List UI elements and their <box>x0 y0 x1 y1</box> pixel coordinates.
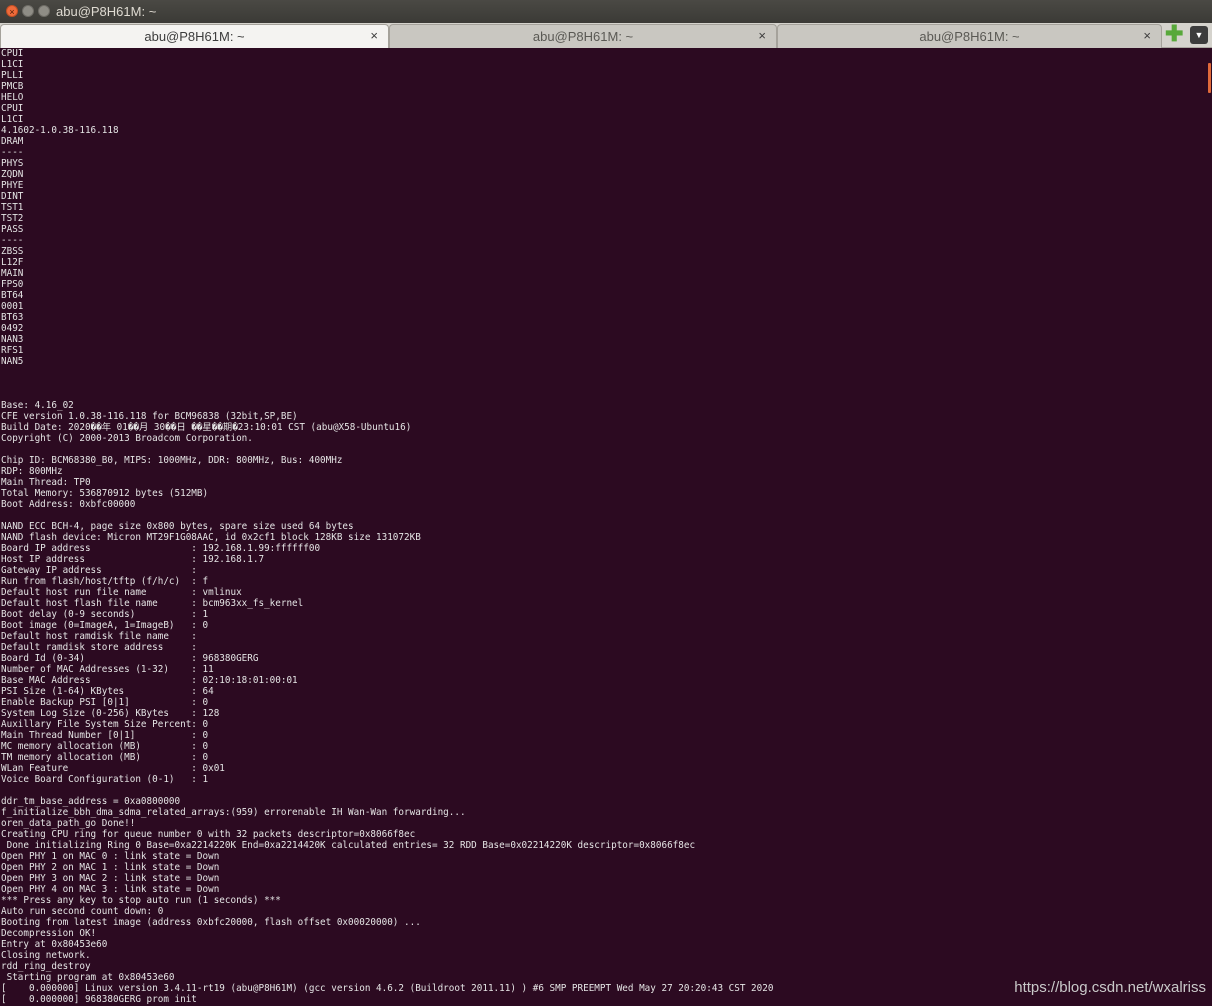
scrollbar-thumb[interactable] <box>1208 63 1211 93</box>
tab-close-icon[interactable]: × <box>370 28 378 43</box>
terminal-text: CPUI L1CI PLLI PMCB HELO CPUI L1CI 4.160… <box>1 48 774 1005</box>
tab-close-icon[interactable]: × <box>1143 28 1151 43</box>
tab-bar: abu@P8H61M: ~ × abu@P8H61M: ~ × abu@P8H6… <box>0 23 1212 48</box>
watermark: https://blog.csdn.net/wxalriss <box>1014 979 1206 996</box>
tab-label: abu@P8H61M: ~ <box>919 29 1020 44</box>
window-controls: × <box>6 5 50 17</box>
minimize-window-icon[interactable] <box>22 5 34 17</box>
tab-close-icon[interactable]: × <box>758 28 766 43</box>
window-title: abu@P8H61M: ~ <box>56 4 157 19</box>
tab-terminal-3[interactable]: abu@P8H61M: ~ × <box>777 24 1162 48</box>
maximize-window-icon[interactable] <box>38 5 50 17</box>
tab-terminal-1[interactable]: abu@P8H61M: ~ × <box>0 24 389 48</box>
terminal-output[interactable]: CPUI L1CI PLLI PMCB HELO CPUI L1CI 4.160… <box>0 48 1196 1006</box>
tab-label: abu@P8H61M: ~ <box>532 29 634 44</box>
tab-menu-icon[interactable]: ▼ <box>1190 26 1208 44</box>
new-tab-icon[interactable]: ✚ <box>1165 23 1183 45</box>
scrollbar[interactable] <box>1196 48 1212 1006</box>
tab-label: abu@P8H61M: ~ <box>144 29 245 44</box>
close-window-icon[interactable]: × <box>6 5 18 17</box>
tab-terminal-2[interactable]: abu@P8H61M: ~ × <box>389 24 777 48</box>
title-bar: × abu@P8H61M: ~ <box>0 0 1212 23</box>
